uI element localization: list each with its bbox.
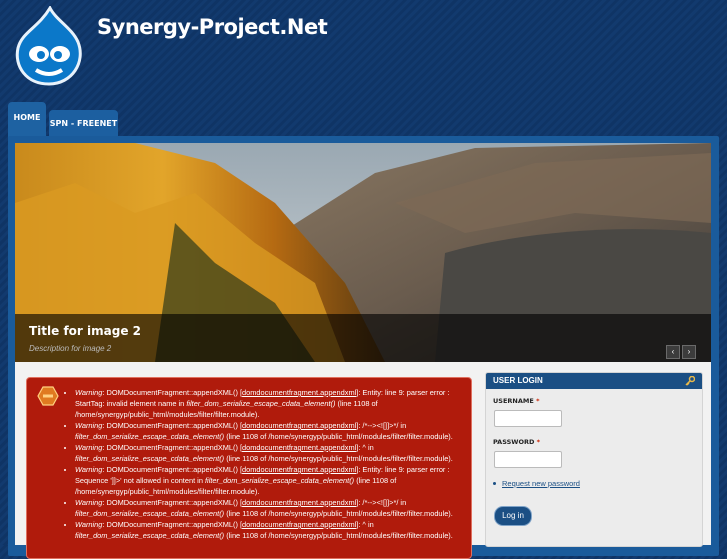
error-detail: ]: ^ in — [356, 520, 374, 529]
login-title: USER LOGIN — [493, 376, 543, 385]
error-doc-link[interactable]: domdocumentfragment.appendxml — [242, 421, 356, 430]
error-item: Warning: DOMDocumentFragment::appendXML(… — [75, 464, 471, 497]
slideshow: Title for image 2 Description for image … — [15, 143, 711, 362]
login-header: USER LOGIN — [486, 373, 702, 389]
slide-title: Title for image 2 — [29, 324, 141, 338]
error-type: Warning — [75, 421, 103, 430]
error-item: Warning: DOMDocumentFragment::appendXML(… — [75, 497, 471, 519]
error-function: filter_dom_serialize_escape_cdata_elemen… — [75, 531, 225, 540]
password-input[interactable] — [494, 451, 562, 468]
error-text: : DOMDocumentFragment::appendXML() [ — [102, 498, 243, 507]
key-icon — [685, 376, 695, 386]
password-label: PASSWORD * — [493, 438, 541, 446]
error-text: : DOMDocumentFragment::appendXML() [ — [102, 465, 243, 474]
error-item: Warning: DOMDocumentFragment::appendXML(… — [75, 519, 471, 541]
slide-description: Description for image 2 — [29, 344, 112, 353]
request-password-link[interactable]: Request new password — [502, 479, 580, 488]
error-doc-link[interactable]: domdocumentfragment.appendxml — [242, 443, 356, 452]
error-function: filter_dom_serialize_escape_cdata_elemen… — [205, 476, 355, 485]
error-detail: ]: /*--><![]]>*/ in — [356, 421, 407, 430]
username-input[interactable] — [494, 410, 562, 427]
error-type: Warning — [75, 388, 103, 397]
error-type: Warning — [75, 465, 103, 474]
error-item: Warning: DOMDocumentFragment::appendXML(… — [75, 387, 471, 420]
slideshow-caption: Title for image 2 Description for image … — [15, 314, 711, 362]
error-doc-link[interactable]: domdocumentfragment.appendxml — [242, 388, 356, 397]
error-text: : DOMDocumentFragment::appendXML() [ — [102, 520, 243, 529]
list-bullet — [493, 482, 496, 485]
error-doc-link[interactable]: domdocumentfragment.appendxml — [242, 465, 356, 474]
error-type: Warning — [75, 498, 103, 507]
tab-spn-freenet[interactable]: SPN - FREENET — [49, 110, 118, 138]
error-location: (line 1108 of /home/synergyp/public_html… — [224, 454, 453, 463]
error-text: : DOMDocumentFragment::appendXML() [ — [102, 388, 243, 397]
error-type: Warning — [75, 443, 103, 452]
login-button[interactable]: Log in — [495, 507, 531, 525]
error-messages: Warning: DOMDocumentFragment::appendXML(… — [26, 377, 472, 559]
site-title[interactable]: Synergy-Project.Net — [97, 15, 328, 39]
error-text: : DOMDocumentFragment::appendXML() [ — [102, 421, 243, 430]
error-text: : DOMDocumentFragment::appendXML() [ — [102, 443, 243, 452]
error-item: Warning: DOMDocumentFragment::appendXML(… — [75, 420, 471, 442]
error-doc-link[interactable]: domdocumentfragment.appendxml — [242, 520, 356, 529]
error-item: Warning: DOMDocumentFragment::appendXML(… — [75, 442, 471, 464]
error-list: Warning: DOMDocumentFragment::appendXML(… — [63, 387, 471, 541]
username-label: USERNAME * — [493, 397, 540, 405]
error-location: (line 1108 of /home/synergyp/public_html… — [224, 531, 453, 540]
error-function: filter_dom_serialize_escape_cdata_elemen… — [75, 509, 225, 518]
error-function: filter_dom_serialize_escape_cdata_elemen… — [186, 399, 336, 408]
slide-prev-button[interactable]: ‹ — [666, 345, 680, 359]
error-location: (line 1108 of /home/synergyp/public_html… — [224, 432, 453, 441]
error-detail: ]: /*--><![]]>*/ in — [356, 498, 407, 507]
error-detail: ]: ^ in — [356, 443, 374, 452]
drupal-logo-icon[interactable] — [12, 6, 86, 88]
error-location: (line 1108 of /home/synergyp/public_html… — [224, 509, 453, 518]
slide-next-button[interactable]: › — [682, 345, 696, 359]
error-hexagon-icon — [37, 386, 59, 406]
error-function: filter_dom_serialize_escape_cdata_elemen… — [75, 454, 225, 463]
error-doc-link[interactable]: domdocumentfragment.appendxml — [242, 498, 356, 507]
error-function: filter_dom_serialize_escape_cdata_elemen… — [75, 432, 225, 441]
error-type: Warning — [75, 520, 103, 529]
tab-home[interactable]: HOME — [8, 102, 46, 138]
user-login-block: USER LOGIN USERNAME * PASSWORD * Request… — [485, 372, 703, 547]
